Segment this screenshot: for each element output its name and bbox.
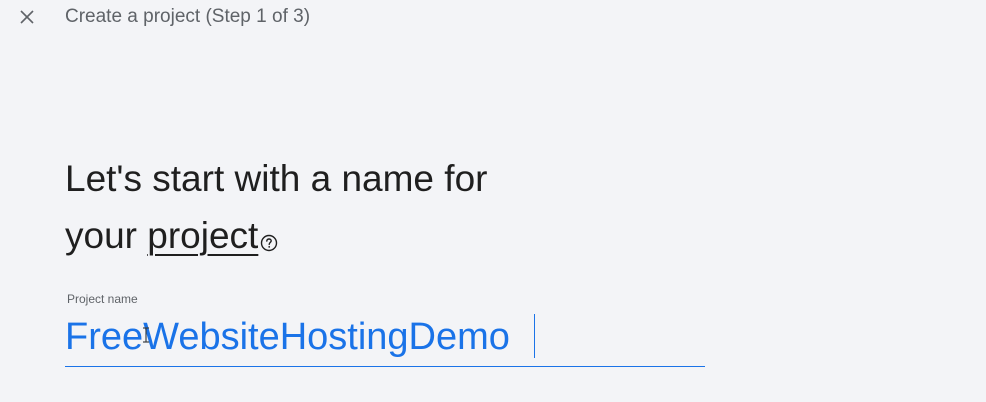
top-bar: Create a project (Step 1 of 3) (0, 0, 986, 40)
close-button[interactable] (16, 6, 38, 28)
project-name-input[interactable] (65, 308, 705, 367)
heading-line-2-prefix: your (65, 215, 148, 256)
heading-line-2: your project (65, 207, 625, 264)
help-circle-icon[interactable] (260, 211, 278, 252)
project-name-label: Project name (67, 292, 138, 306)
page-heading: Let's start with a name for your project (65, 150, 625, 264)
close-icon (20, 10, 34, 24)
project-help-link[interactable]: project (147, 215, 258, 256)
heading-line-1: Let's start with a name for (65, 158, 488, 199)
page-step-title: Create a project (Step 1 of 3) (65, 6, 311, 27)
text-caret (534, 314, 535, 358)
